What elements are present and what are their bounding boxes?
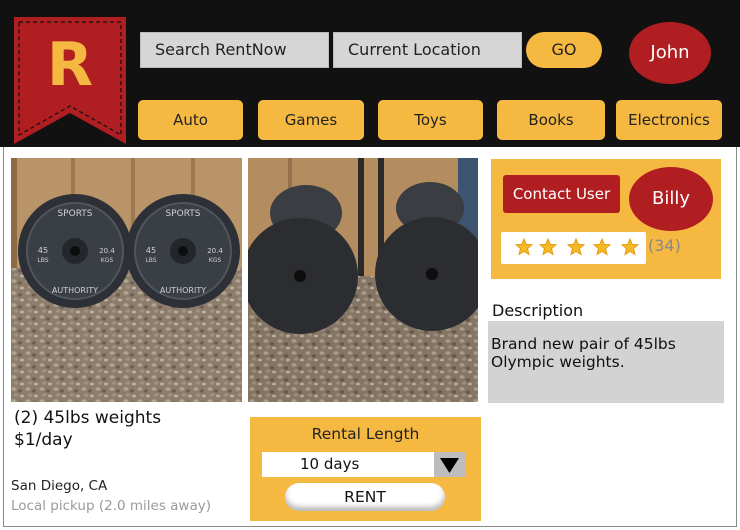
owner-card: Contact User Billy (34) [491,159,721,279]
category-games-button[interactable]: Games [258,100,364,140]
rental-days-select[interactable]: 10 days [262,452,465,477]
item-location: San Diego, CA [11,478,108,494]
svg-text:KGS: KGS [101,257,114,264]
star-icon [515,238,533,256]
star-icon [539,238,557,256]
item-price: $1/day [14,430,73,450]
svg-text:LBS: LBS [145,257,156,264]
category-electronics-button[interactable]: Electronics [616,100,722,140]
star-icon [621,238,639,256]
star-icon [593,238,611,256]
pickup-distance: Local pickup (2.0 miles away) [11,498,211,514]
item-photo-front[interactable]: SPORTS AUTHORITY 45 LBS 20.4 KGS SPORTS … [11,158,242,402]
search-input[interactable]: Search RentNow [140,32,329,68]
svg-text:KGS: KGS [209,257,222,264]
rental-length-panel: Rental Length 10 days RENT [250,417,481,521]
svg-text:20.4: 20.4 [207,247,223,255]
category-books-button[interactable]: Books [497,100,605,140]
user-avatar-button[interactable]: John [629,22,711,84]
location-input[interactable]: Current Location [333,32,522,68]
svg-text:AUTHORITY: AUTHORITY [160,286,206,295]
svg-text:SPORTS: SPORTS [57,209,92,219]
weight-plate-right: SPORTS AUTHORITY 45 LBS 20.4 KGS [126,194,240,308]
dropdown-arrow-icon[interactable] [434,452,465,477]
rental-days-value: 10 days [300,455,360,473]
svg-text:AUTHORITY: AUTHORITY [52,286,98,295]
review-count[interactable]: (34) [648,236,681,255]
svg-text:SPORTS: SPORTS [165,209,200,219]
rental-length-title: Rental Length [311,425,420,443]
item-photo-back[interactable] [248,158,478,402]
weight-plate-left: SPORTS AUTHORITY 45 LBS 20.4 KGS [18,194,132,308]
owner-avatar[interactable]: Billy [629,167,713,231]
go-button[interactable]: GO [526,32,602,68]
category-toys-button[interactable]: Toys [378,100,483,140]
svg-text:LBS: LBS [37,257,48,264]
top-bar: R Search RentNow Current Location GO Joh… [0,0,740,147]
rating-stars [501,232,646,264]
svg-text:45: 45 [146,246,156,255]
svg-text:20.4: 20.4 [99,247,115,255]
svg-text:R: R [47,30,93,100]
category-auto-button[interactable]: Auto [138,100,243,140]
contact-user-button[interactable]: Contact User [503,175,620,213]
description-text: Brand new pair of 45lbs Olympic weights. [488,321,724,403]
rent-button[interactable]: RENT [285,483,445,511]
svg-text:45: 45 [38,246,48,255]
star-icon [567,238,585,256]
description-heading: Description [492,301,584,320]
item-title: (2) 45lbs weights [14,408,162,428]
app-logo[interactable]: R [14,17,126,144]
